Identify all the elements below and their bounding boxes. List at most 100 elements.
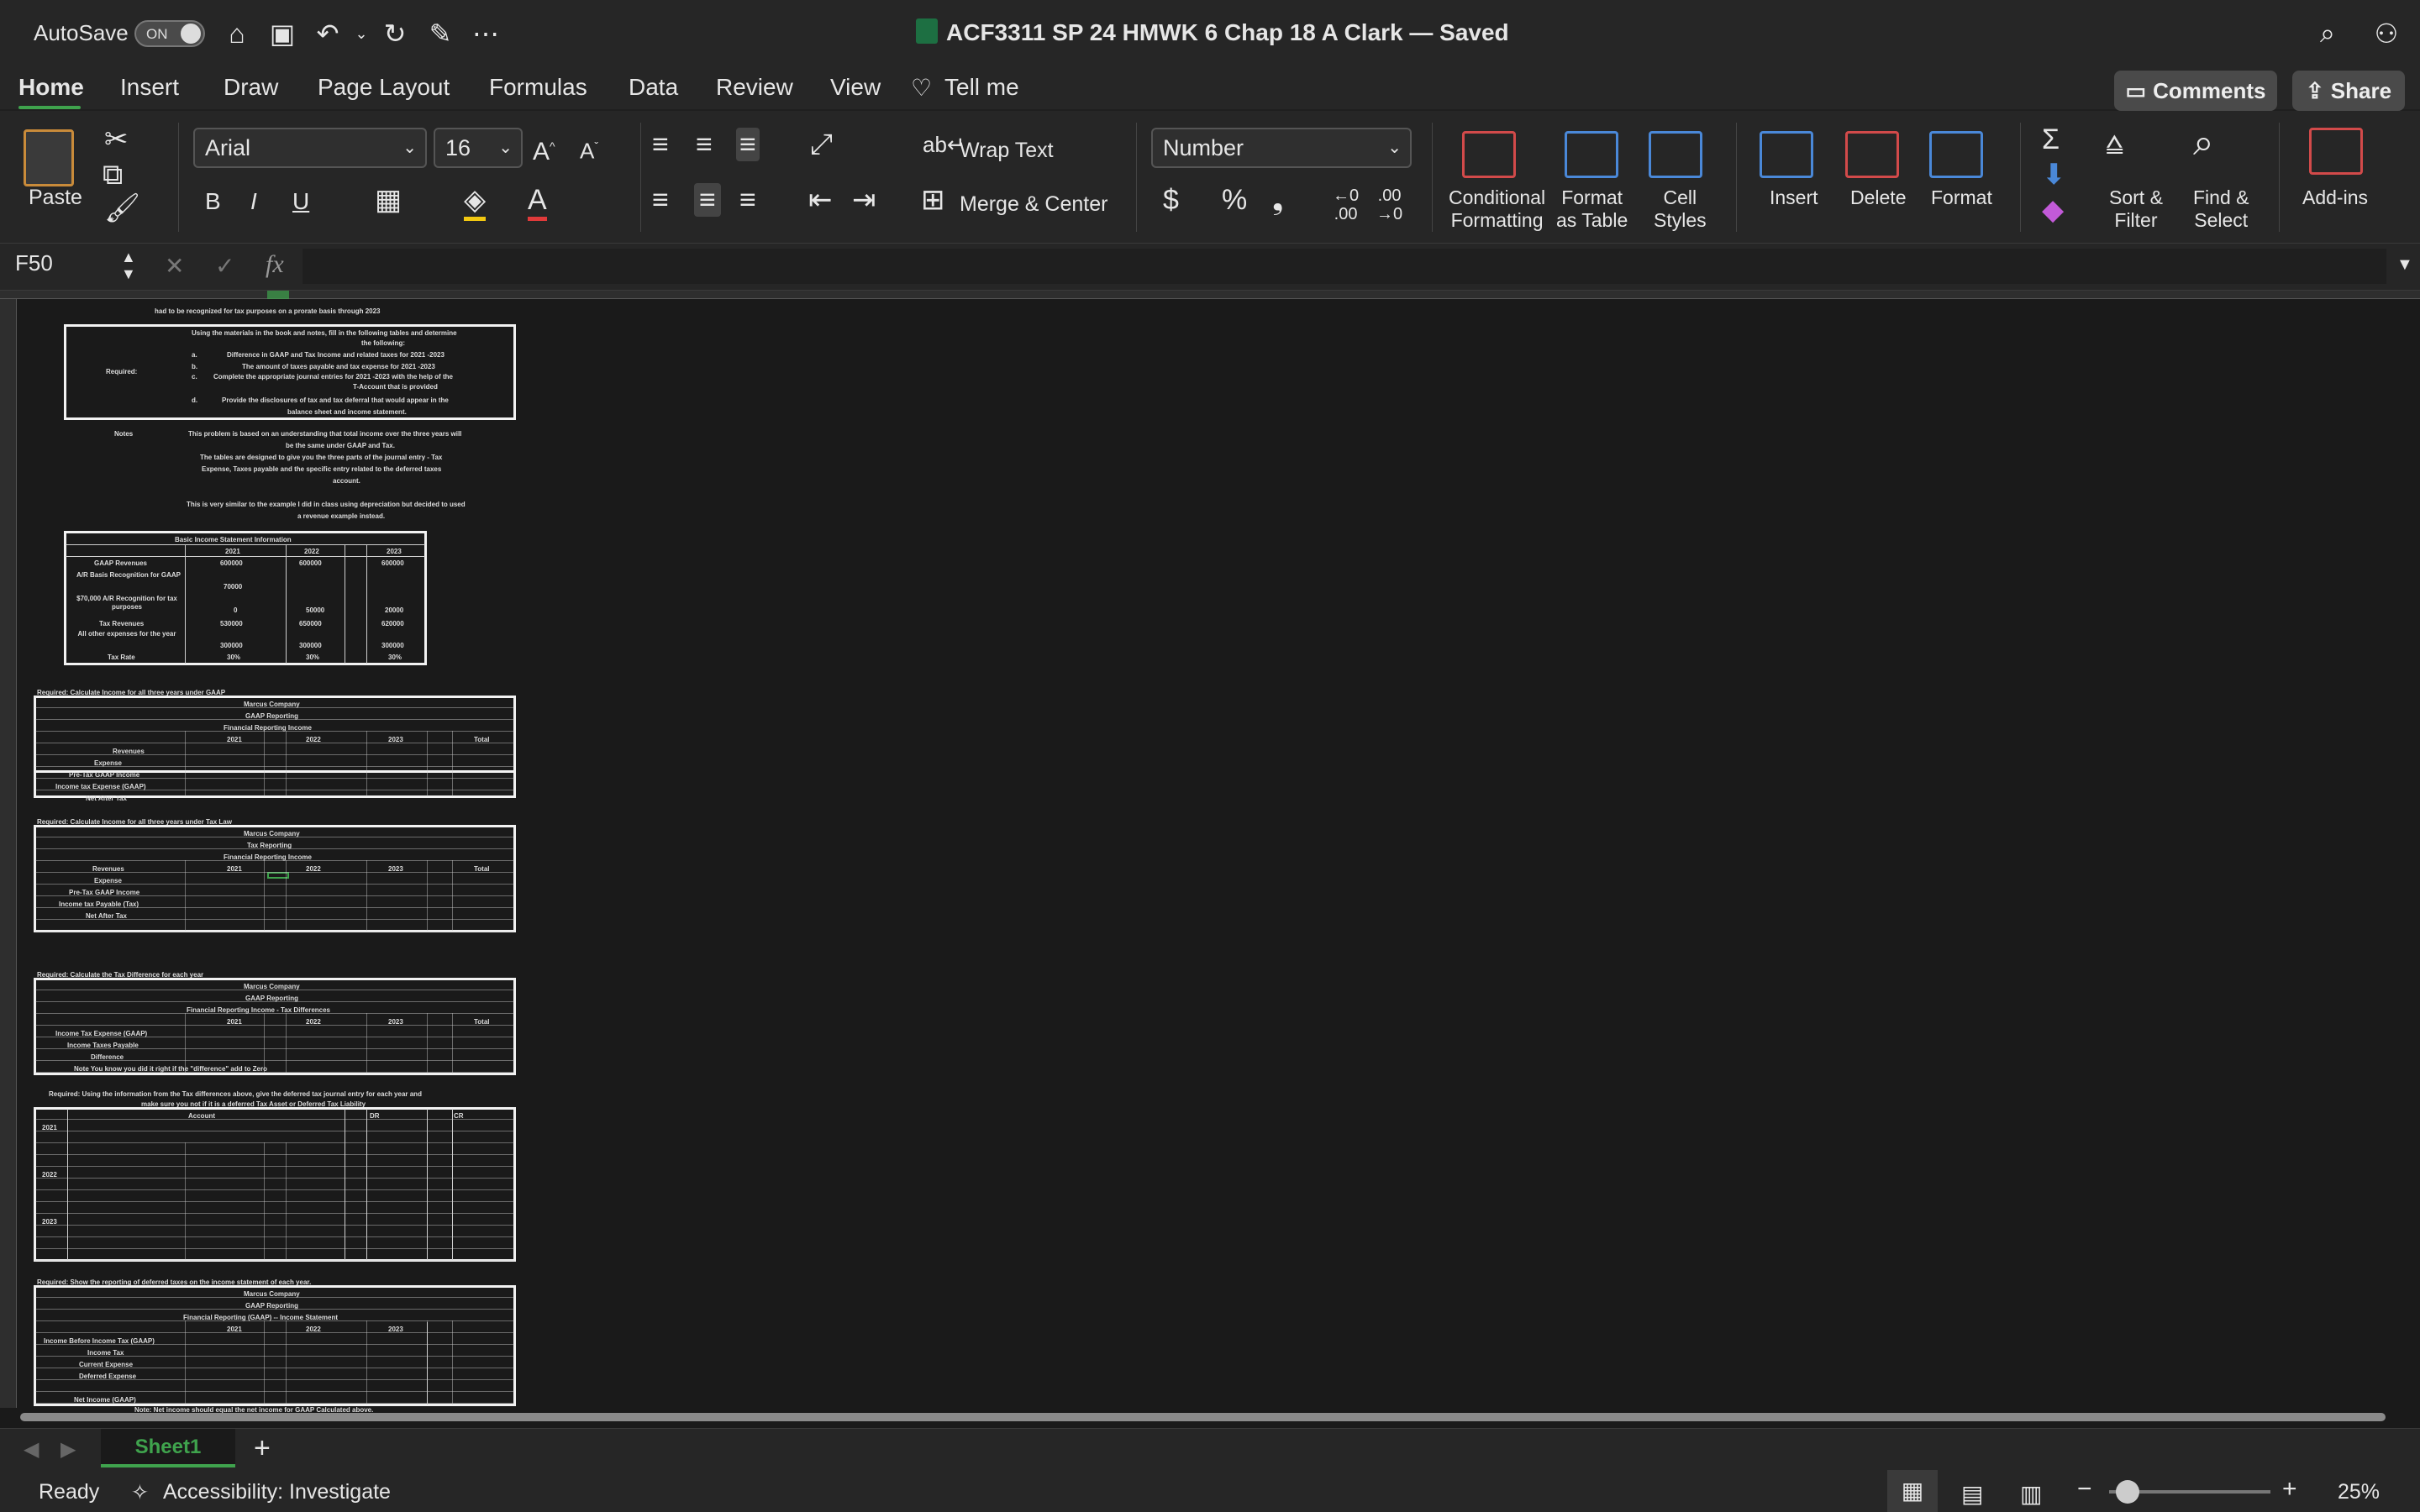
font-color-icon[interactable]: A [528,183,547,221]
format-cells-icon[interactable] [1929,131,1983,178]
conditional-formatting-button[interactable]: Conditional Formatting [1449,186,1545,232]
number-format-select[interactable]: Number ⌄ [1151,128,1412,168]
cell-styles-button[interactable]: Cell Styles [1654,186,1707,232]
font-size-select[interactable]: 16 ⌄ [434,128,523,168]
accessibility-icon[interactable]: ✧ [131,1480,149,1505]
format-painter-icon[interactable]: 🖌 [104,192,140,225]
autosave-toggle[interactable]: ON [134,20,205,47]
italic-button[interactable]: I [250,185,257,218]
align-right-icon[interactable]: ≡ [739,183,756,217]
find-select-button[interactable]: Find & Select [2193,186,2249,232]
save-as-icon[interactable]: ✎ [424,17,457,50]
page-layout-view-icon[interactable]: ▤ [1961,1480,1983,1508]
document-title[interactable]: ACF3311 SP 24 HMWK 6 Chap 18 A Clark — S… [916,18,1509,46]
normal-view-icon[interactable]: ▦ [1887,1470,1938,1512]
increase-decimal-icon[interactable]: ←0.00 [1333,186,1359,223]
redo-icon[interactable]: ↻ [378,17,412,50]
undo-icon[interactable]: ↶ [311,17,345,50]
fill-color-icon[interactable]: ◈ [464,183,487,221]
increase-font-icon[interactable]: A^ [533,129,555,169]
copy-icon[interactable]: ⧉ [103,158,123,192]
more-icon[interactable]: ⋯ [469,17,502,50]
delete-cells-icon[interactable] [1845,131,1899,178]
cut-icon[interactable]: ✂ [104,123,129,156]
percent-button[interactable]: % [1222,183,1247,217]
tab-formulas[interactable]: Formulas [489,74,587,101]
zoom-level[interactable]: 25% [2338,1480,2380,1504]
cell-styles-icon[interactable] [1649,131,1702,178]
align-left-icon[interactable]: ≡ [652,183,669,217]
formula-input[interactable] [302,249,2386,284]
format-as-table-icon[interactable] [1565,131,1618,178]
tab-data[interactable]: Data [629,74,678,101]
tab-home[interactable]: Home [18,74,84,101]
wrap-text-button[interactable]: Wrap Text [960,139,1054,162]
add-sheet-icon[interactable]: + [254,1432,271,1465]
search-icon[interactable]: ⌕ [2311,17,2344,50]
comma-button[interactable]: ❟ [1272,183,1283,217]
home-icon[interactable]: ⌂ [220,17,254,50]
find-select-icon[interactable]: ⌕ [2193,124,2214,161]
enter-icon[interactable]: ✓ [215,252,234,280]
tab-review[interactable]: Review [716,74,793,101]
conditional-formatting-icon[interactable] [1462,131,1516,178]
comments-button[interactable]: ▭ Comments [2114,71,2277,111]
account-icon[interactable]: ⚇ [2370,17,2403,50]
accessibility-status[interactable]: Accessibility: Investigate [163,1480,391,1504]
sheet-tab-sheet1[interactable]: Sheet1 [101,1429,235,1467]
undo-dropdown-icon[interactable]: ⌄ [345,17,378,50]
align-center-icon[interactable]: ≡ [694,183,721,217]
horizontal-scrollbar[interactable] [20,1413,2386,1421]
decrease-font-icon[interactable]: Aˇ [580,129,598,168]
page-break-view-icon[interactable]: ▥ [2020,1480,2042,1508]
name-box-stepper-icon[interactable]: ▲ ▼ [121,249,136,282]
insert-function-icon[interactable]: fx [266,250,284,279]
format-cells-button[interactable]: Format [1931,186,1992,209]
align-top-icon[interactable]: ≡ [652,128,669,161]
tab-insert[interactable]: Insert [120,74,179,101]
next-sheet-icon[interactable]: ▶ [60,1437,76,1462]
expand-formula-icon[interactable]: ▼ [2396,255,2413,275]
zoom-in-icon[interactable]: + [2282,1475,2297,1504]
autosum-icon[interactable]: Σ [2042,123,2060,156]
underline-button[interactable]: U [292,185,309,218]
addins-icon[interactable] [2309,128,2363,175]
align-middle-icon[interactable]: ≡ [696,128,713,161]
insert-cells-button[interactable]: Insert [1770,186,1818,209]
delete-cells-button[interactable]: Delete [1850,186,1906,209]
bold-button[interactable]: B [205,185,221,218]
fill-icon[interactable]: ⬇ [2042,158,2066,192]
sort-filter-button[interactable]: Sort & Filter [2109,186,2163,232]
tab-page-layout[interactable]: Page Layout [318,74,450,101]
name-box[interactable]: F50 [15,250,53,276]
insert-cells-icon[interactable] [1760,131,1813,178]
increase-indent-icon[interactable]: ⇥ [852,183,876,217]
align-bottom-icon[interactable]: ≡ [736,128,760,161]
orientation-icon[interactable]: ⤢ [810,128,833,161]
format-as-table-button[interactable]: Format as Table [1556,186,1628,232]
paste-label[interactable]: Paste [29,186,82,209]
share-button[interactable]: ⇪ Share [2292,71,2405,111]
font-name: Arial [205,135,251,160]
tell-me-label[interactable]: Tell me [944,74,1019,101]
cancel-icon[interactable]: ✕ [165,252,184,280]
decrease-indent-icon[interactable]: ⇤ [808,183,833,217]
tab-view[interactable]: View [830,74,881,101]
merge-center-button[interactable]: Merge & Center [960,193,1107,216]
prev-sheet-icon[interactable]: ◀ [24,1437,39,1462]
save-icon[interactable]: ▣ [266,17,299,50]
sort-filter-icon[interactable]: ⩠ [2106,126,2123,160]
currency-button[interactable]: $ [1163,183,1179,217]
clear-icon[interactable]: ◆ [2042,193,2064,227]
addins-button[interactable]: Add-ins [2302,186,2368,209]
merge-center-icon[interactable]: ⊞ [921,183,945,217]
tell-me-icon[interactable]: ♡ [911,74,932,102]
borders-icon[interactable]: ▦ [375,183,402,217]
decrease-decimal-icon[interactable]: .00 →0 [1376,186,1402,223]
tab-draw[interactable]: Draw [224,74,278,101]
font-family-select[interactable]: Arial ⌄ [193,128,427,168]
worksheet-grid[interactable]: had to be recognized for tax purposes on… [0,291,2420,1428]
zoom-out-icon[interactable]: − [2077,1475,2092,1504]
zoom-slider-thumb[interactable] [2116,1480,2139,1504]
paste-icon[interactable] [24,129,74,186]
